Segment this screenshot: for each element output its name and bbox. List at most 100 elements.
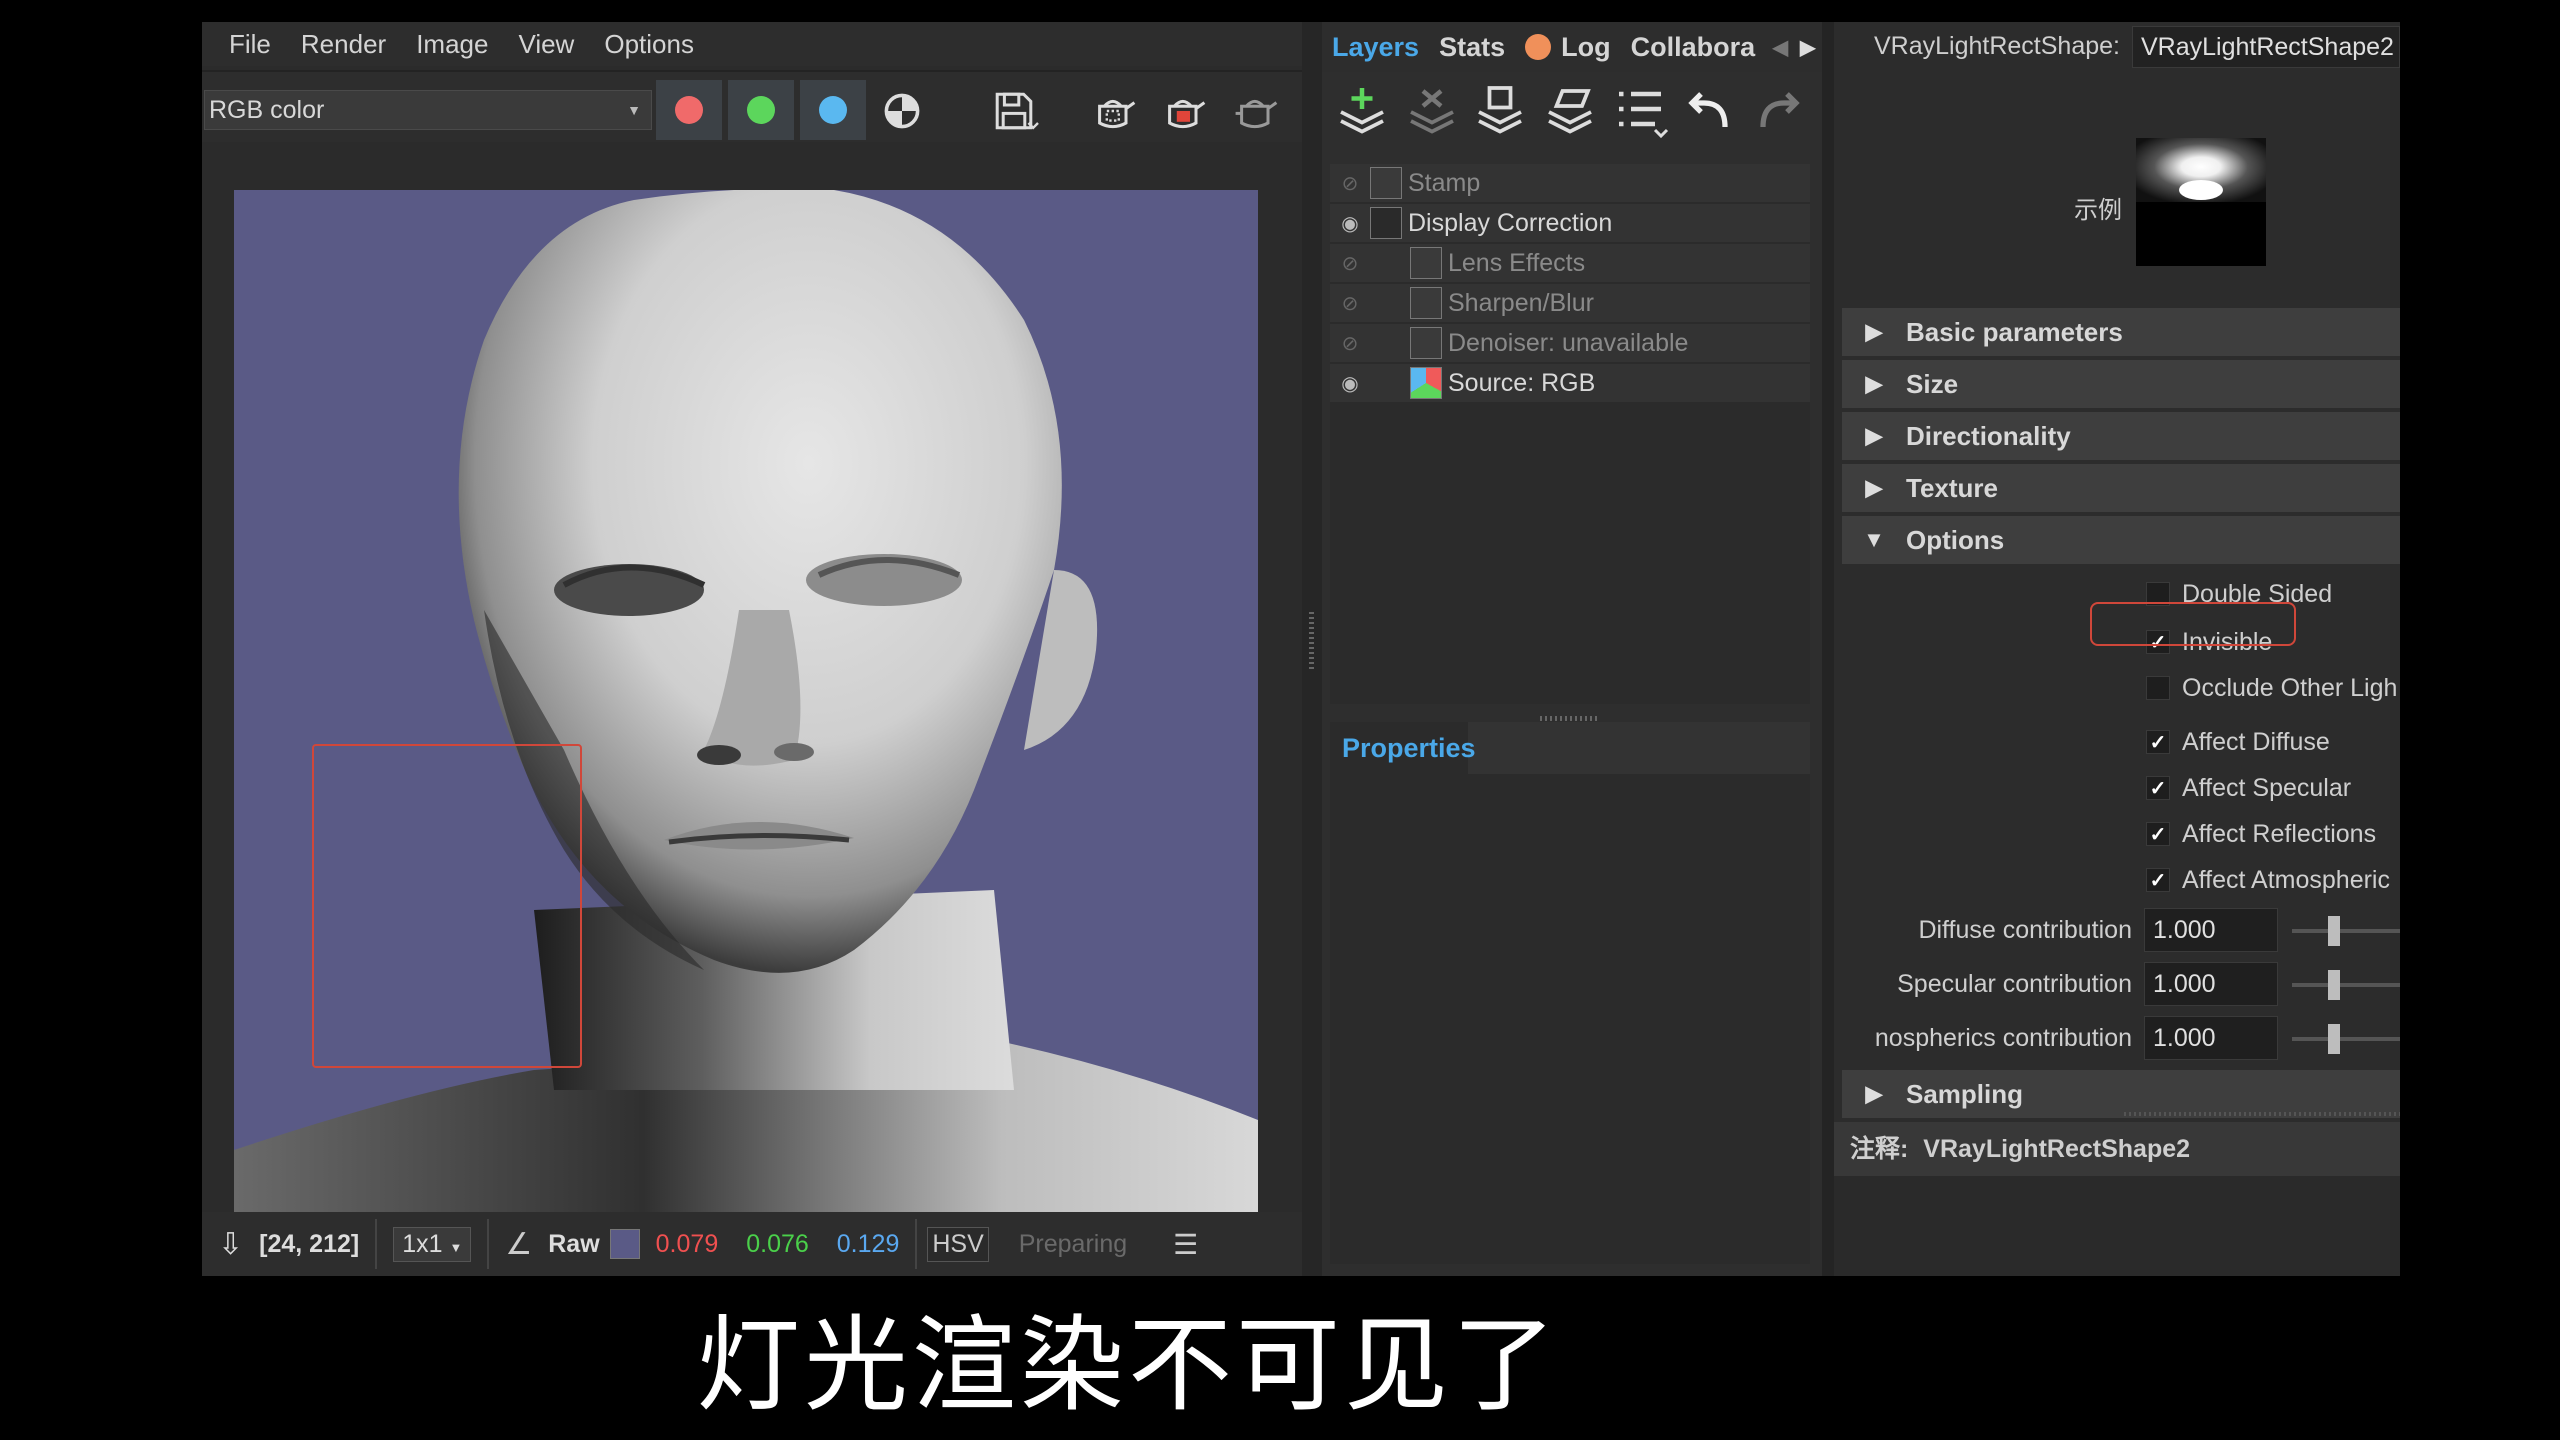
layer-row-lens-effects[interactable]: ⊘ Lens Effects xyxy=(1330,244,1810,282)
section-texture[interactable]: ▶ Texture xyxy=(1842,464,2400,512)
section-options[interactable]: ▼ Options xyxy=(1842,516,2400,564)
channel-select[interactable]: RGB color ▼ xyxy=(204,90,652,130)
delete-layer-icon[interactable] xyxy=(1402,82,1462,142)
pixel-color-swatch xyxy=(609,1229,640,1259)
menu-file[interactable]: File xyxy=(214,22,286,66)
visibility-off-icon[interactable]: ⊘ xyxy=(1330,171,1370,196)
visibility-off-icon[interactable]: ⊘ xyxy=(1330,291,1370,316)
node-type-label: VRayLightRectShape: xyxy=(1874,32,2120,60)
red-channel-button[interactable] xyxy=(656,80,722,140)
stop-render-button[interactable] xyxy=(1156,86,1212,136)
menu-render[interactable]: Render xyxy=(286,22,401,66)
atmospherics-contribution-slider[interactable] xyxy=(2328,1024,2340,1054)
diffuse-contribution-slider[interactable] xyxy=(2328,916,2340,946)
expand-triangle-icon: ▶ xyxy=(1865,475,1883,500)
section-title: Directionality xyxy=(1906,420,2071,451)
add-layer-icon[interactable] xyxy=(1332,82,1392,142)
option-label: Affect Diffuse xyxy=(2182,727,2330,756)
tab-layers[interactable]: Layers xyxy=(1322,22,1429,72)
tab-scroll-right-icon[interactable]: ▶ xyxy=(1800,35,1815,60)
curve-icon[interactable]: ∠ xyxy=(505,1227,532,1262)
checkbox-checked[interactable]: ✓ xyxy=(2146,868,2170,892)
section-size[interactable]: ▶ Size xyxy=(1842,360,2400,408)
splitter-grip[interactable] xyxy=(1309,612,1314,672)
attribute-editor-header: VRayLightRectShape: VRayLightRectShape2 xyxy=(1834,22,2400,72)
option-affect-diffuse[interactable]: ✓ Affect Diffuse xyxy=(2146,722,2330,762)
section-sampling[interactable]: ▶ Sampling xyxy=(1842,1070,2400,1118)
visibility-off-icon[interactable]: ⊘ xyxy=(1330,251,1370,276)
checkbox-checked[interactable]: ✓ xyxy=(2146,730,2170,754)
zoom-select[interactable]: 1x1 ▼ xyxy=(393,1226,472,1262)
panel-splitter[interactable] xyxy=(1822,22,1834,1276)
properties-body xyxy=(1330,774,1810,1264)
section-title: Basic parameters xyxy=(1906,316,2123,347)
redo-icon[interactable] xyxy=(1748,82,1808,142)
teapot-icon xyxy=(1235,99,1278,129)
attribute-editor: VRayLightRectShape: VRayLightRectShape2 … xyxy=(1834,22,2400,1276)
alpha-channel-button[interactable] xyxy=(874,86,930,136)
layer-row-source-rgb[interactable]: ◉ Source: RGB xyxy=(1330,364,1810,402)
tab-scroll-left-icon[interactable]: ◀ xyxy=(1773,35,1788,60)
undo-icon[interactable] xyxy=(1680,82,1740,142)
save-layers-icon[interactable] xyxy=(1470,82,1530,142)
option-affect-specular[interactable]: ✓ Affect Specular xyxy=(2146,768,2351,808)
slider-track[interactable] xyxy=(2292,929,2400,933)
option-occlude-other-lights[interactable]: Occlude Other Ligh xyxy=(2146,668,2397,708)
slider-track[interactable] xyxy=(2292,1037,2400,1041)
visibility-on-icon[interactable]: ◉ xyxy=(1330,211,1370,236)
layer-row-stamp[interactable]: ⊘ Stamp xyxy=(1330,164,1810,202)
checkbox-unchecked[interactable] xyxy=(2146,676,2170,700)
option-affect-reflections[interactable]: ✓ Affect Reflections xyxy=(2146,814,2376,854)
section-directionality[interactable]: ▶ Directionality xyxy=(1842,412,2400,460)
specular-contribution-slider[interactable] xyxy=(2328,970,2340,1000)
denoiser-icon xyxy=(1410,327,1442,359)
menu-options[interactable]: Options xyxy=(589,22,709,66)
layer-row-sharpen-blur[interactable]: ⊘ Sharpen/Blur xyxy=(1330,284,1810,322)
layer-presets-icon[interactable] xyxy=(1610,82,1670,142)
log-toggle-icon[interactable]: ☰ xyxy=(1173,1228,1198,1261)
notes-body[interactable] xyxy=(1834,1176,2400,1276)
visibility-off-icon[interactable]: ⊘ xyxy=(1330,331,1370,356)
layer-name: Stamp xyxy=(1408,168,1481,197)
visibility-on-icon[interactable]: ◉ xyxy=(1330,371,1370,396)
panel-splitter[interactable] xyxy=(1302,22,1322,1276)
layer-row-denoiser[interactable]: ⊘ Denoiser: unavailable xyxy=(1330,324,1810,362)
atmospherics-contribution-input[interactable]: 1.000 xyxy=(2144,1016,2278,1060)
layer-name: Source: RGB xyxy=(1448,368,1596,397)
load-layers-icon[interactable] xyxy=(1540,82,1600,142)
node-name-field[interactable]: VRayLightRectShape2 xyxy=(2132,26,2400,68)
layer-name: Display Correction xyxy=(1408,208,1613,237)
save-image-button[interactable] xyxy=(986,86,1042,136)
render-region-rectangle[interactable] xyxy=(312,744,582,1068)
section-basic-parameters[interactable]: ▶ Basic parameters xyxy=(1842,308,2400,356)
render-button[interactable] xyxy=(1228,86,1284,136)
diffuse-contribution-input[interactable]: 1.000 xyxy=(2144,908,2278,952)
divider xyxy=(375,1219,378,1269)
menu-view[interactable]: View xyxy=(503,22,589,66)
notes-splitter[interactable] xyxy=(2124,1112,2400,1116)
tab-log[interactable]: Log xyxy=(1551,22,1620,72)
render-viewport[interactable] xyxy=(202,146,1302,1214)
section-title: Sampling xyxy=(1906,1078,2024,1109)
expand-triangle-icon: ▶ xyxy=(1865,1081,1883,1106)
teapot-region-icon xyxy=(1098,99,1136,129)
checkbox-checked[interactable]: ✓ xyxy=(2146,776,2170,800)
specular-contribution-input[interactable]: 1.000 xyxy=(2144,962,2278,1006)
tab-collaboration[interactable]: Collabora xyxy=(1621,22,1771,72)
layer-row-display-correction[interactable]: ◉ Display Correction xyxy=(1330,204,1810,242)
green-channel-button[interactable] xyxy=(728,80,794,140)
render-region-button[interactable] xyxy=(1086,86,1142,136)
color-mode-button[interactable]: HSV xyxy=(927,1226,989,1262)
blue-channel-button[interactable] xyxy=(800,80,866,140)
layer-toolbar xyxy=(1322,82,1822,154)
checkbox-checked[interactable]: ✓ xyxy=(2146,822,2170,846)
splitter-grip[interactable] xyxy=(1540,716,1600,721)
tab-properties[interactable]: Properties xyxy=(1330,722,1476,774)
tab-stats[interactable]: Stats xyxy=(1429,22,1515,72)
notes-value: VRayLightRectShape2 xyxy=(1923,1135,2191,1163)
menu-image[interactable]: Image xyxy=(401,22,503,66)
option-affect-atmospherics[interactable]: ✓ Affect Atmospheric xyxy=(2146,860,2390,900)
option-label: Affect Atmospheric xyxy=(2182,865,2390,894)
pick-icon[interactable]: ⇩ xyxy=(218,1227,243,1262)
slider-track[interactable] xyxy=(2292,983,2400,987)
